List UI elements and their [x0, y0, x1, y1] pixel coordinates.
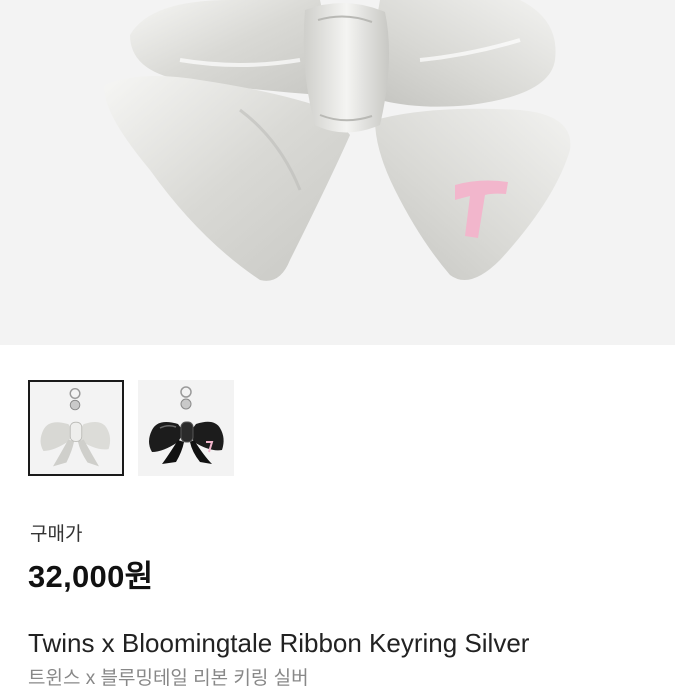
black-bow-thumbnail-icon — [149, 386, 224, 464]
price-label: 구매가 — [30, 524, 83, 545]
thumbnail-black[interactable] — [138, 380, 234, 476]
ribbon-bow-image — [104, 0, 571, 281]
product-price: 32,000원 — [28, 559, 154, 594]
silver-bow-thumbnail-icon — [40, 387, 111, 467]
product-main-image — [0, 0, 675, 345]
thumbnail-silver[interactable] — [28, 380, 124, 476]
product-subtitle: 트윈스 x 블루밍테일 리본 키링 실버 — [28, 668, 309, 689]
product-title: Twins x Bloomingtale Ribbon Keyring Silv… — [28, 628, 530, 658]
